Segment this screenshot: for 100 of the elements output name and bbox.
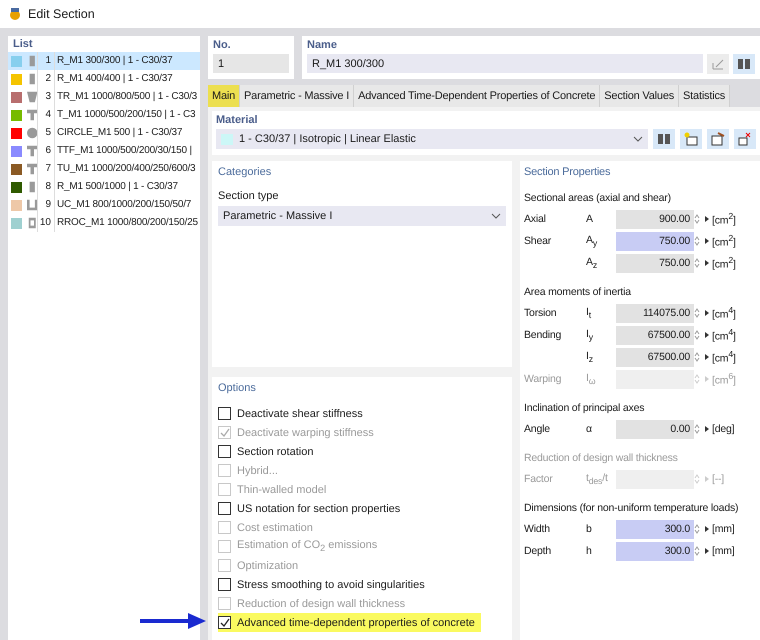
property-label: Width	[524, 523, 550, 535]
section-shape-icon	[26, 145, 37, 157]
section-shape-icon	[26, 199, 37, 211]
chevron-icon	[491, 213, 501, 219]
section-shape-icon	[26, 73, 37, 85]
arrow-icon	[140, 612, 206, 630]
property-label: Angle	[524, 423, 550, 435]
value-field[interactable]: 300.0	[616, 542, 694, 560]
property-label: Factor	[524, 473, 553, 485]
list-item[interactable]: CIRCLE_M1 500 | 1 - C30/37	[55, 124, 200, 142]
row-number: 4	[38, 106, 55, 124]
option-label: Reduction of design wall thickness	[237, 598, 406, 610]
group-title: Dimensions (for non-uniform temperature loads)	[524, 502, 740, 514]
unit-label: [cm$^{4}$]	[712, 349, 737, 365]
list-item[interactable]: TTF_M1 1000/500/200/30/150 |	[55, 142, 200, 160]
app-icon	[8, 7, 22, 21]
window-title: Edit Section	[28, 7, 95, 21]
property-label: Depth	[524, 545, 552, 557]
value-field[interactable]: 900.00	[616, 210, 694, 228]
section-shape-icon	[26, 127, 37, 139]
list-item[interactable]: R_M1 300/300 | 1 - C30/37	[55, 52, 200, 70]
section-shape-icon	[26, 163, 37, 175]
row-number: 9	[38, 196, 55, 214]
section-shape-icon	[26, 109, 37, 121]
option-label: Estimation of CO$_{2}$ emissions	[237, 539, 378, 554]
list-item[interactable]: UC_M1 800/1000/200/150/50/7	[55, 196, 200, 214]
unit-label: [cm$^{4}$]	[712, 305, 737, 321]
new-button[interactable]	[680, 129, 702, 149]
property-symbol: h	[586, 545, 593, 557]
value-field[interactable]: 750.00	[616, 232, 694, 250]
value-field[interactable]: 67500.00	[616, 326, 694, 344]
value-field[interactable]	[616, 370, 694, 388]
tab[interactable]: Parametric - Massive I	[240, 85, 354, 107]
list-item[interactable]: TU_M1 1000/200/400/250/600/3	[55, 160, 200, 178]
unit-label: [cm$^{2}$]	[712, 255, 737, 271]
library-button[interactable]	[733, 54, 755, 74]
window-icon	[711, 132, 725, 146]
library-button[interactable]	[653, 129, 675, 149]
tab[interactable]: Section Values	[600, 85, 680, 107]
number-field[interactable]: 1	[213, 54, 289, 73]
checkbox[interactable]	[218, 502, 231, 515]
property-symbol: A	[586, 213, 594, 225]
name-field[interactable]: R_M1 300/300	[307, 54, 703, 73]
list-item[interactable]: RROC_M1 1000/800/200/150/25	[55, 214, 200, 232]
tab[interactable]: Statistics	[679, 85, 730, 107]
checkbox[interactable]	[218, 616, 231, 629]
unit-label: [mm]	[712, 523, 736, 535]
option-label: Optimization	[237, 560, 298, 572]
section-properties-title: Section Properties	[524, 165, 612, 180]
new-window-icon	[684, 132, 698, 146]
material-value: 1 - C30/37 | Isotropic | Linear Elastic	[239, 133, 416, 145]
property-symbol: I$_{y}$	[586, 328, 594, 342]
value-field[interactable]: 750.00	[616, 254, 694, 272]
option-label: Stress smoothing to avoid singularities	[237, 578, 425, 590]
option-label: Cost estimation	[237, 522, 313, 534]
list-item[interactable]: R_M1 400/400 | 1 - C30/37	[55, 70, 200, 88]
unit-label: [deg]	[712, 423, 736, 435]
checkbox[interactable]	[218, 407, 231, 420]
row-number: 7	[38, 160, 55, 178]
tab[interactable]: Advanced Time-Dependent Properties of Concrete	[354, 85, 600, 107]
option-label: Thin-walled model	[237, 484, 326, 496]
property-symbol: I$_{t}$	[586, 306, 592, 320]
chevron-icon	[633, 136, 643, 142]
group-title: Sectional areas (axial and shear)	[524, 192, 672, 204]
pencil-icon	[711, 57, 725, 71]
list-item[interactable]: R_M1 500/1000 | 1 - C30/37	[55, 178, 200, 196]
group-title: Area moments of inertia	[524, 286, 632, 298]
property-label: Bending	[524, 329, 562, 341]
section-type-label: Section type	[218, 190, 280, 202]
checkbox[interactable]	[218, 445, 231, 458]
option-label: Hybrid...	[237, 464, 278, 476]
section-type-dropdown[interactable]: Parametric - Massive I	[218, 206, 506, 226]
section-shape-icon	[26, 91, 37, 103]
property-symbol: b	[586, 523, 593, 535]
value-field[interactable]: 67500.00	[616, 348, 694, 366]
option-label: US notation for section properties	[237, 502, 400, 514]
value-field[interactable]: 300.0	[616, 520, 694, 538]
value-field[interactable]: 114075.00	[616, 304, 694, 322]
unit-label: [cm$^{6}$]	[712, 371, 737, 387]
tab[interactable]: Main	[208, 85, 240, 107]
options-title: Options	[218, 381, 257, 396]
value-field[interactable]: 0.00	[616, 420, 694, 438]
unit-label: [cm$^{4}$]	[712, 327, 737, 343]
unit-label: [cm$^{2}$]	[712, 233, 737, 249]
row-number: 6	[38, 142, 55, 160]
material-title: Material	[216, 114, 259, 126]
delete-button[interactable]	[734, 129, 756, 149]
row-number: 10	[38, 214, 55, 232]
group-title: Inclination of principal axes	[524, 402, 646, 414]
unit-label: [cm$^{2}$]	[712, 211, 737, 227]
list-item[interactable]: T_M1 1000/500/200/150 | 1 - C3	[55, 106, 200, 124]
option-label: Advanced time-dependent properties of concrete	[237, 616, 475, 628]
list-item[interactable]: TR_M1 1000/800/500 | 1 - C30/3	[55, 88, 200, 106]
edit-button[interactable]	[707, 129, 729, 149]
value-field[interactable]	[616, 470, 694, 488]
unit-label: [mm]	[712, 545, 736, 557]
option-label: Section rotation	[237, 446, 314, 458]
material-dropdown[interactable]: 1 - C30/37 | Isotropic | Linear Elastic	[216, 129, 648, 149]
property-label: Warping	[524, 373, 562, 385]
checkbox[interactable]	[218, 578, 231, 591]
